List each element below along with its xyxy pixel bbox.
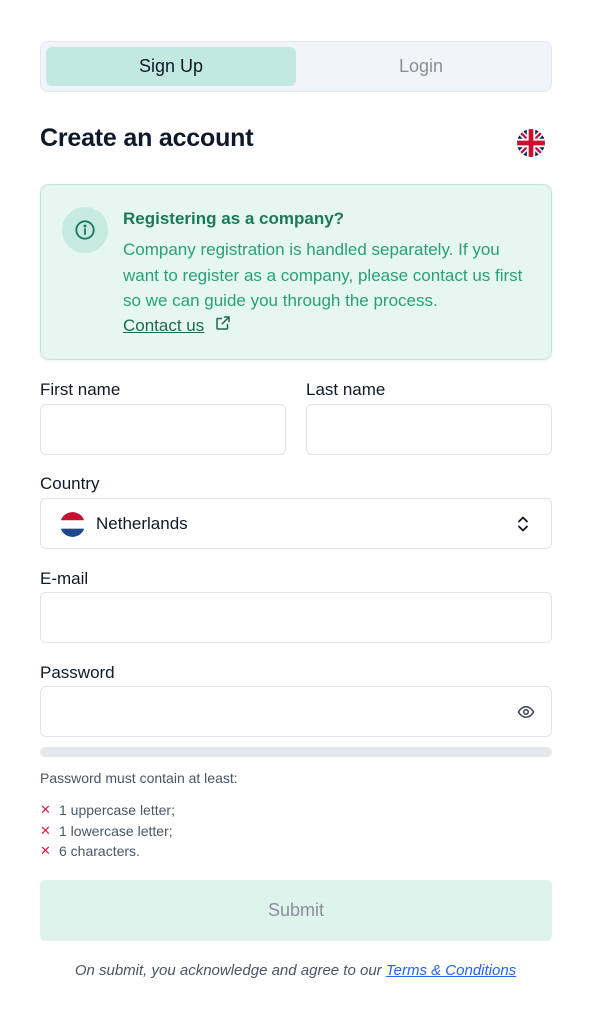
first-name-input[interactable] (40, 404, 286, 455)
requirements-list: ✕ 1 uppercase letter; ✕ 1 lowercase letter… (40, 800, 175, 862)
terms-notice: On submit, you acknowledge and agree to … (0, 962, 591, 979)
password-label: Password (40, 663, 115, 682)
uk-flag-icon[interactable] (517, 129, 545, 157)
last-name-input[interactable] (306, 404, 552, 455)
requirements-title: Password must contain at least: (40, 770, 238, 786)
info-icon (62, 207, 108, 253)
password-strength-bar (40, 747, 552, 757)
company-info-box: Registering as a company? Company regist… (40, 184, 552, 360)
page-title: Create an account (40, 124, 254, 152)
netherlands-flag-icon (60, 512, 85, 537)
external-link-icon (214, 314, 232, 337)
contact-us-link[interactable]: Contact us (123, 314, 232, 337)
requirement-item: ✕ 6 characters. (40, 841, 175, 862)
first-name-label: First name (40, 380, 121, 399)
chevron-up-down-icon (516, 515, 530, 538)
info-title: Registering as a company? (123, 209, 345, 228)
terms-link[interactable]: Terms & Conditions (386, 962, 516, 979)
signup-page: Sign Up Login Create an account Register… (0, 0, 591, 1024)
requirement-item: ✕ 1 lowercase letter; (40, 821, 175, 842)
contact-us-label: Contact us (123, 315, 205, 335)
cross-icon: ✕ (40, 822, 51, 838)
tab-login[interactable]: Login (296, 47, 546, 86)
auth-tabs: Sign Up Login (40, 41, 552, 92)
country-value: Netherlands (96, 514, 188, 533)
country-select[interactable]: Netherlands (40, 498, 552, 549)
email-label: E-mail (40, 569, 89, 588)
requirement-item: ✕ 1 uppercase letter; (40, 800, 175, 821)
country-label: Country (40, 474, 100, 493)
last-name-label: Last name (306, 380, 386, 399)
eye-icon[interactable] (516, 703, 536, 726)
terms-prefix: On submit, you acknowledge and agree to … (74, 962, 382, 979)
info-body: Company registration is handled separate… (123, 240, 523, 310)
tab-sign-up[interactable]: Sign Up (46, 47, 296, 86)
cross-icon: ✕ (40, 802, 51, 817)
cross-icon: ✕ (40, 843, 51, 858)
password-input[interactable] (40, 686, 552, 737)
email-input[interactable] (40, 592, 552, 643)
submit-button[interactable]: Submit (40, 880, 552, 941)
